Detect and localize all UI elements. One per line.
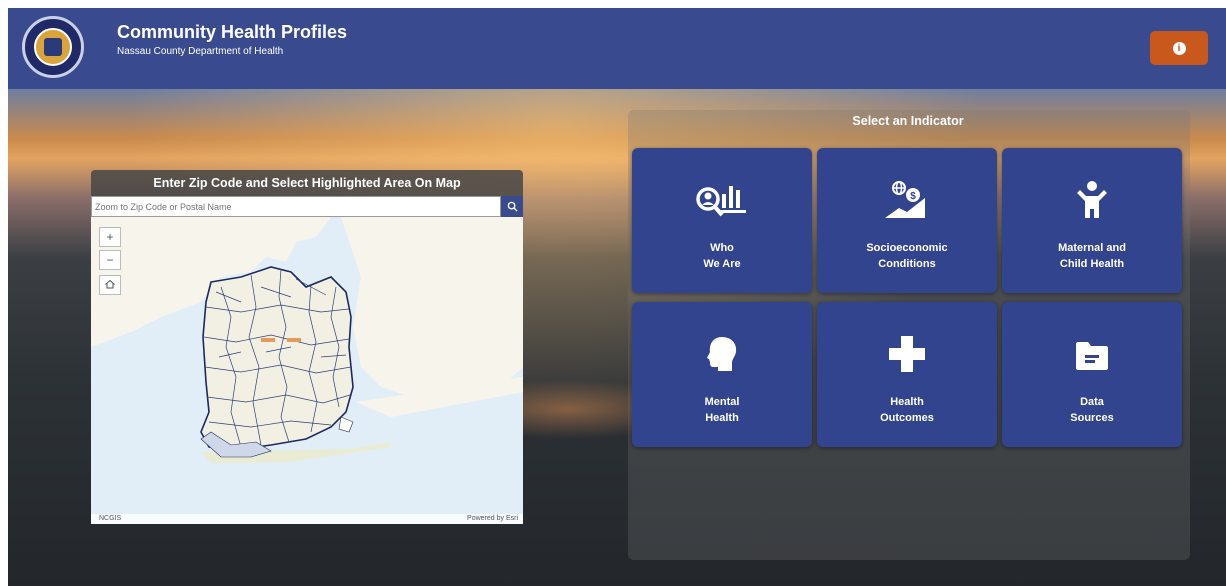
tile-label-line2: Child Health <box>1059 258 1125 270</box>
tile-label-line1: Socioeconomic <box>866 242 948 254</box>
home-button[interactable] <box>99 275 121 295</box>
folder-icon <box>1076 342 1108 370</box>
county-map[interactable]: + − NCGIS Powered by Esri <box>91 217 523 524</box>
tile-label-line1: Maternal and <box>1058 242 1126 254</box>
map-attribution: NCGIS Powered by Esri <box>91 514 523 524</box>
tile-label-line1: Data <box>1080 396 1104 408</box>
county-seal-logo <box>22 16 84 78</box>
tile-who-we-are[interactable]: Who We Are <box>632 148 812 293</box>
app-title: Community Health Profiles <box>117 22 348 42</box>
tile-mental-health[interactable]: Mental Health <box>632 302 812 447</box>
search-button[interactable] <box>501 196 523 217</box>
head-icon <box>707 337 737 371</box>
tile-label-line1: Mental <box>704 396 740 408</box>
home-icon <box>104 279 116 289</box>
indicator-heading: Select an Indicator <box>852 114 964 128</box>
tile-label-line2: Conditions <box>878 258 936 270</box>
tile-label-line2: Sources <box>1070 412 1114 424</box>
tile-label-line1: Health <box>890 396 924 408</box>
tile-label-line2: Outcomes <box>880 412 934 424</box>
app-subtitle: Nassau County Department of Health <box>117 46 284 57</box>
tile-socioeconomic-conditions[interactable]: $ Socioeconomic Conditions <box>817 148 997 293</box>
tile-label-line1: Who <box>710 242 734 254</box>
info-icon: i <box>1172 41 1186 55</box>
app-frame: Community Health Profiles Nassau County … <box>8 8 1226 586</box>
map-heading: Enter Zip Code and Select Highlighted Ar… <box>91 170 523 196</box>
child-icon <box>1077 181 1107 218</box>
tile-label-line2: We Are <box>703 258 741 270</box>
zoom-in-button[interactable]: + <box>99 227 121 247</box>
info-button[interactable]: i <box>1150 31 1208 65</box>
attribution-esri: Powered by Esri <box>467 515 518 522</box>
map-canvas[interactable] <box>91 217 523 524</box>
tile-label-line2: Health <box>705 412 739 424</box>
svg-text:$: $ <box>910 191 916 202</box>
demographics-icon <box>696 186 746 217</box>
zip-search-input[interactable] <box>91 196 501 217</box>
app-header: Community Health Profiles Nassau County … <box>8 8 1226 89</box>
economy-icon: $ <box>885 181 925 218</box>
tile-data-sources[interactable]: Data Sources <box>1002 302 1182 447</box>
attribution-ncgis: NCGIS <box>99 515 122 522</box>
zoom-out-button[interactable]: − <box>99 250 121 270</box>
medical-cross-icon <box>889 336 925 372</box>
map-panel: Enter Zip Code and Select Highlighted Ar… <box>91 170 523 524</box>
tile-health-outcomes[interactable]: Health Outcomes <box>817 302 997 447</box>
tile-maternal-child-health[interactable]: Maternal and Child Health <box>1002 148 1182 293</box>
search-icon <box>507 201 518 212</box>
